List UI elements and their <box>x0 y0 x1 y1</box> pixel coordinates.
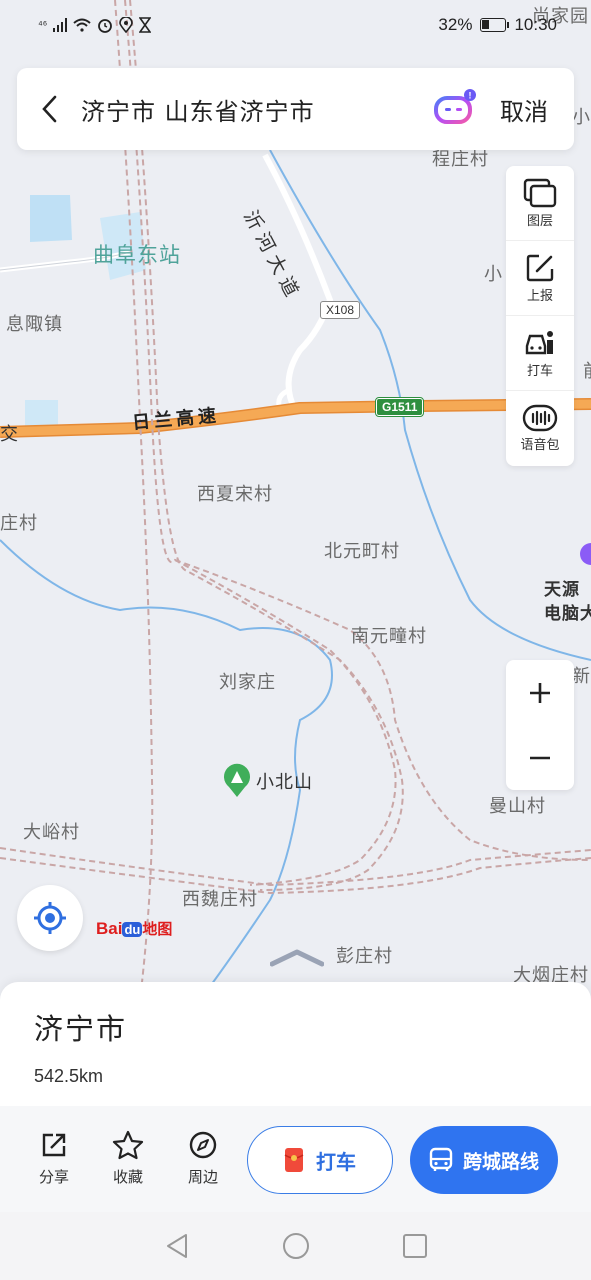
map-label: 曼山村 <box>489 796 546 817</box>
place-title: 济宁市 <box>34 1012 128 1046</box>
voice-pack-label: 语音包 <box>520 438 560 453</box>
map-tool-panel: 图层 上报 打车 语音包 <box>506 166 574 466</box>
share-icon <box>42 1133 66 1157</box>
edit-icon <box>526 254 554 281</box>
minus-icon <box>530 756 550 759</box>
status-bar: ⁴⁶ 32% 10:30 <box>0 0 591 50</box>
location-icon <box>119 17 134 33</box>
map-label: 前 <box>583 357 591 383</box>
zoom-in-button[interactable] <box>506 660 574 725</box>
map-label: 刘家庄 <box>219 672 276 693</box>
map-label: 北元町村 <box>324 541 400 562</box>
battery-icon <box>480 18 510 32</box>
logo-bai: Bai <box>96 919 123 938</box>
hourglass-icon <box>139 17 152 33</box>
chevron-left-icon <box>42 95 57 123</box>
report-label: 上报 <box>526 288 553 304</box>
map-label: 庄村 <box>0 513 38 534</box>
battery-percent: 32% <box>438 15 473 34</box>
system-nav-bar <box>0 1212 591 1280</box>
share-label: 分享 <box>38 1168 69 1186</box>
map-label: 西魏庄村 <box>182 889 258 910</box>
place-detail-card[interactable]: 济宁市 542.5km 分享 收藏 周边 打车 跨城路线 <box>0 982 591 1212</box>
expressway-shield: G1511 <box>374 397 425 417</box>
plus-icon <box>530 682 550 703</box>
map-view[interactable]: 尚家园 程庄村 小 小 曲阜东站 息陬镇 沂河大道 X108 交 日兰高速 G1… <box>0 0 591 1000</box>
back-button[interactable] <box>17 68 81 150</box>
status-icons: ⁴⁶ <box>38 17 152 33</box>
zoom-controls <box>506 660 574 790</box>
voice-pack-button[interactable]: 语音包 <box>506 391 574 466</box>
poi-label[interactable]: 小北山 <box>256 768 313 794</box>
alarm-icon <box>98 19 113 33</box>
map-label: 小 <box>572 107 591 128</box>
network-indicator: ⁴⁶ <box>38 19 48 31</box>
share-button[interactable]: 分享 <box>24 1130 84 1187</box>
status-right: 32% 10:30 <box>438 15 557 35</box>
search-bar[interactable]: 济宁市 山东省济宁市 ! 取消 <box>17 68 574 150</box>
compass-icon <box>189 1131 217 1159</box>
signal-icon <box>53 18 68 32</box>
assistant-robot-icon[interactable]: ! <box>432 87 476 131</box>
chevron-up-icon[interactable] <box>270 946 324 968</box>
nav-recents-icon[interactable] <box>402 1233 428 1259</box>
bus-icon <box>429 1147 453 1171</box>
intercity-route-button[interactable]: 跨城路线 <box>410 1126 558 1194</box>
wifi-icon <box>73 18 91 32</box>
battery-fill <box>482 20 490 29</box>
car-person-icon <box>525 330 553 354</box>
map-label: 新 <box>572 666 591 687</box>
nav-back-icon[interactable] <box>164 1232 190 1260</box>
taxi-button-label: 打车 <box>316 1149 356 1174</box>
nav-home-icon[interactable] <box>282 1232 310 1260</box>
action-bar: 分享 收藏 周边 打车 跨城路线 <box>0 1106 591 1212</box>
map-label: 息陬镇 <box>6 314 63 335</box>
zoom-out-button[interactable] <box>506 725 574 790</box>
map-label: 大峪村 <box>23 822 80 843</box>
crosshair-icon <box>34 902 66 934</box>
nearby-button[interactable]: 周边 <box>173 1130 233 1187</box>
clock: 10:30 <box>514 15 557 34</box>
place-distance: 542.5km <box>34 1066 104 1086</box>
logo-ditu: 地图 <box>142 921 173 938</box>
map-label: 交 <box>0 424 19 445</box>
map-label: 小 <box>484 264 503 285</box>
star-icon <box>112 1130 144 1160</box>
map-label: 彭庄村 <box>336 946 393 967</box>
layers-button[interactable]: 图层 <box>506 166 574 241</box>
baidu-map-logo: Bai du 地图 <box>96 918 172 939</box>
favorite-button[interactable]: 收藏 <box>98 1130 158 1187</box>
svg-text:!: ! <box>469 91 472 101</box>
cancel-button[interactable]: 取消 <box>500 92 548 127</box>
taxi-tool-label: 打车 <box>526 363 553 379</box>
station-label[interactable]: 曲阜东站 <box>93 239 181 269</box>
report-button[interactable]: 上报 <box>506 241 574 316</box>
taxi-button[interactable]: 打车 <box>247 1126 393 1194</box>
locate-button[interactable] <box>17 885 83 951</box>
nearby-label: 周边 <box>187 1168 218 1186</box>
map-label: 西夏宋村 <box>197 484 273 505</box>
layers-label: 图层 <box>526 213 553 229</box>
search-query[interactable]: 济宁市 山东省济宁市 <box>81 92 432 127</box>
red-envelope-icon <box>284 1148 304 1172</box>
map-canvas <box>0 0 591 1000</box>
layers-icon <box>523 178 557 207</box>
logo-du: du <box>122 922 143 937</box>
map-label: 南元疃村 <box>351 626 427 647</box>
taxi-tool-button[interactable]: 打车 <box>506 316 574 391</box>
voice-wave-icon <box>522 404 558 432</box>
route-button-label: 跨城路线 <box>462 1150 539 1173</box>
favorite-label: 收藏 <box>112 1168 143 1186</box>
road-shield: X108 <box>320 301 361 319</box>
poi-label[interactable]: 天源 电脑大 <box>544 578 591 626</box>
